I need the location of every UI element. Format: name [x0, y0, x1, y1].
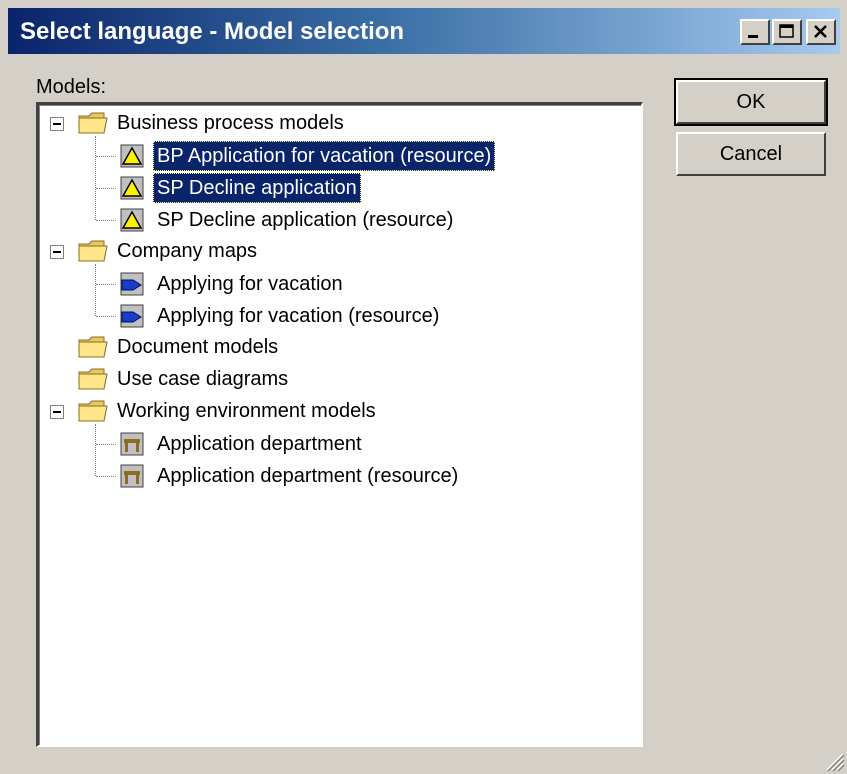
tree-item-label[interactable]: SP Decline application: [153, 173, 361, 203]
folder-icon: [77, 238, 111, 269]
tree-connector-line: [96, 444, 116, 445]
tree-item-label[interactable]: Application department (resource): [153, 461, 462, 491]
company-map-icon: [119, 303, 145, 334]
cancel-button[interactable]: Cancel: [676, 132, 826, 176]
folder-icon: [77, 398, 111, 429]
environment-model-icon: [119, 463, 145, 494]
tree-group-label[interactable]: Company maps: [113, 236, 261, 266]
tree-connector-line: [96, 316, 116, 317]
minimize-button[interactable]: [740, 19, 770, 45]
tree-connector-line: [96, 284, 116, 285]
tree-group-label[interactable]: Use case diagrams: [113, 364, 292, 394]
models-label: Models:: [36, 76, 107, 98]
minimize-icon: [748, 35, 758, 38]
ok-button[interactable]: OK: [674, 78, 828, 126]
tree-connector-line: [95, 264, 96, 316]
company-map-icon: [119, 271, 145, 302]
window-title: Select language - Model selection: [20, 18, 405, 45]
tree-item-label[interactable]: BP Application for vacation (resource): [153, 141, 496, 171]
folder-icon: [77, 334, 111, 365]
environment-model-icon: [119, 431, 145, 462]
maximize-button[interactable]: [772, 19, 802, 45]
tree-connector-line: [95, 136, 96, 220]
tree-group-label[interactable]: Business process models: [113, 108, 348, 138]
folder-icon: [77, 110, 111, 141]
models-tree[interactable]: Business process models BP Application fo…: [36, 102, 643, 747]
process-model-icon: [119, 207, 145, 238]
collapse-toggle[interactable]: [50, 117, 64, 131]
tree-group-label[interactable]: Working environment models: [113, 396, 380, 426]
resize-grip-icon[interactable]: [823, 750, 845, 772]
tree-connector-line: [96, 220, 116, 221]
process-model-icon: [119, 175, 145, 206]
tree-connector-line: [96, 476, 116, 477]
tree-connector-line: [95, 424, 96, 476]
tree-group-label[interactable]: Document models: [113, 332, 282, 362]
title-bar[interactable]: Select language - Model selection: [8, 8, 840, 54]
tree-connector-line: [96, 188, 116, 189]
folder-icon: [77, 366, 111, 397]
tree-content: Business process models BP Application fo…: [39, 105, 641, 745]
maximize-icon: [779, 24, 794, 38]
tree-item-label[interactable]: Application department: [153, 429, 366, 459]
tree-item-label[interactable]: Applying for vacation: [153, 269, 347, 299]
close-button[interactable]: [806, 19, 836, 45]
close-icon: [814, 25, 827, 38]
dialog-window: Select language - Model selection Models…: [0, 0, 847, 774]
tree-item-label[interactable]: SP Decline application (resource): [153, 205, 457, 235]
process-model-icon: [119, 143, 145, 174]
tree-item-label[interactable]: Applying for vacation (resource): [153, 301, 443, 331]
collapse-toggle[interactable]: [50, 405, 64, 419]
tree-connector-line: [96, 156, 116, 157]
collapse-toggle[interactable]: [50, 245, 64, 259]
